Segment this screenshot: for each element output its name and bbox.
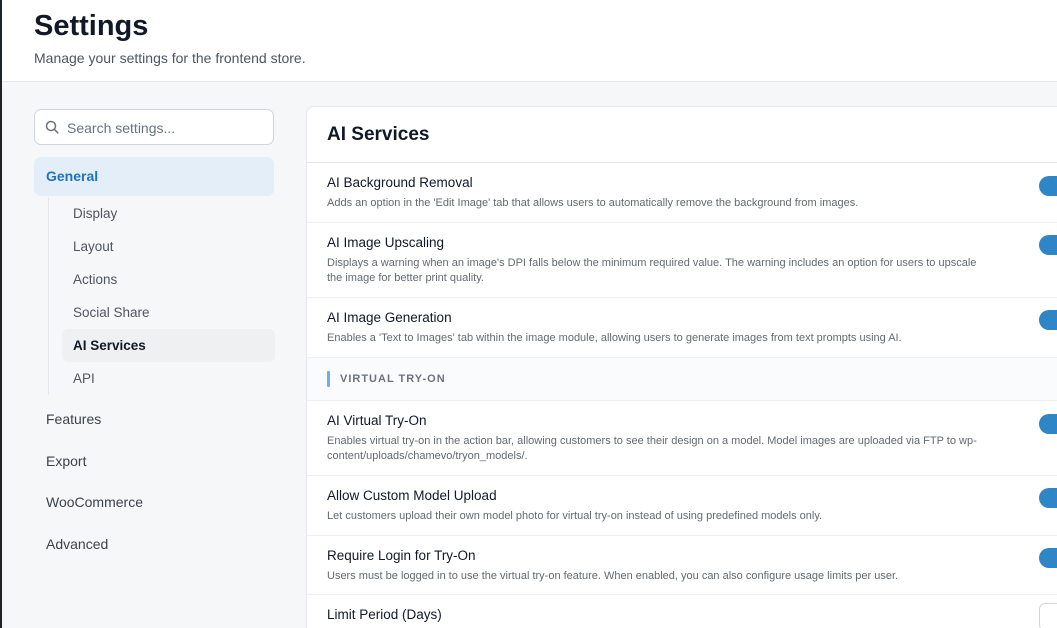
setting-row-limit-period: Limit Period (Days) xyxy=(307,595,1057,628)
sidebar-subitem-layout[interactable]: Layout xyxy=(49,230,274,263)
settings-sidebar: General Display Layout Actions Social Sh… xyxy=(34,109,275,566)
window-edge xyxy=(0,0,2,628)
page-subtitle: Manage your settings for the frontend st… xyxy=(34,50,306,66)
setting-row-ai-virtual-try-on: AI Virtual Try-On Enables virtual try-on… xyxy=(307,401,1057,476)
ai-image-generation-toggle[interactable] xyxy=(1039,310,1057,330)
sidebar-subitem-ai-services[interactable]: AI Services xyxy=(62,329,275,362)
sidebar-subitem-social-share[interactable]: Social Share xyxy=(49,296,274,329)
search-box[interactable] xyxy=(34,109,274,145)
setting-title: AI Background Removal xyxy=(327,175,473,190)
section-accent-bar xyxy=(327,371,330,387)
sidebar-subitem-actions[interactable]: Actions xyxy=(49,263,274,296)
setting-row-ai-image-upscaling: AI Image Upscaling Displays a warning wh… xyxy=(307,223,1057,298)
sidebar-subitem-display[interactable]: Display xyxy=(49,197,274,230)
limit-period-input[interactable] xyxy=(1039,603,1057,628)
setting-row-allow-custom-model-upload: Allow Custom Model Upload Let customers … xyxy=(307,476,1057,536)
section-label: VIRTUAL TRY-ON xyxy=(340,373,446,385)
setting-row-require-login-for-try-on: Require Login for Try-On Users must be l… xyxy=(307,536,1057,595)
search-input[interactable] xyxy=(67,116,267,140)
setting-description: Enables virtual try-on in the action bar… xyxy=(327,435,977,462)
ai-image-upscaling-toggle[interactable] xyxy=(1039,235,1057,255)
setting-description: Displays a warning when an image's DPI f… xyxy=(327,257,977,284)
setting-description: Users must be logged in to use the virtu… xyxy=(327,570,899,582)
general-subnav: Display Layout Actions Social Share AI S… xyxy=(48,197,275,395)
sidebar-item-features[interactable]: Features xyxy=(34,399,274,441)
sidebar-item-advanced[interactable]: Advanced xyxy=(34,524,274,566)
sidebar-item-general[interactable]: General xyxy=(34,157,274,196)
setting-title: AI Virtual Try-On xyxy=(327,413,427,428)
allow-custom-model-upload-toggle[interactable] xyxy=(1039,488,1057,508)
setting-title: Allow Custom Model Upload xyxy=(327,488,497,503)
setting-description: Enables a 'Text to Images' tab within th… xyxy=(327,332,902,344)
setting-title: AI Image Generation xyxy=(327,310,452,325)
section-header-virtual-try-on: VIRTUAL TRY-ON xyxy=(307,358,1057,401)
ai-background-removal-toggle[interactable] xyxy=(1039,176,1057,196)
sidebar-item-export[interactable]: Export xyxy=(34,441,274,483)
setting-description: Let customers upload their own model pho… xyxy=(327,510,823,522)
setting-row-ai-image-generation: AI Image Generation Enables a 'Text to I… xyxy=(307,298,1057,358)
setting-row-ai-background-removal: AI Background Removal Adds an option in … xyxy=(307,163,1057,223)
page-title: Settings xyxy=(34,10,149,42)
sidebar-item-woocommerce[interactable]: WooCommerce xyxy=(34,482,274,524)
setting-title: Limit Period (Days) xyxy=(327,607,442,622)
page-header: Settings Manage your settings for the fr… xyxy=(2,0,1057,82)
search-icon xyxy=(45,120,59,134)
require-login-for-try-on-toggle[interactable] xyxy=(1039,548,1057,568)
ai-services-panel: AI Services AI Background Removal Adds a… xyxy=(306,106,1057,628)
ai-virtual-try-on-toggle[interactable] xyxy=(1039,414,1057,434)
setting-title: Require Login for Try-On xyxy=(327,548,476,563)
panel-title: AI Services xyxy=(307,107,1057,163)
sidebar-subitem-api[interactable]: API xyxy=(49,362,274,395)
setting-description: Adds an option in the 'Edit Image' tab t… xyxy=(327,197,859,209)
setting-title: AI Image Upscaling xyxy=(327,235,445,250)
